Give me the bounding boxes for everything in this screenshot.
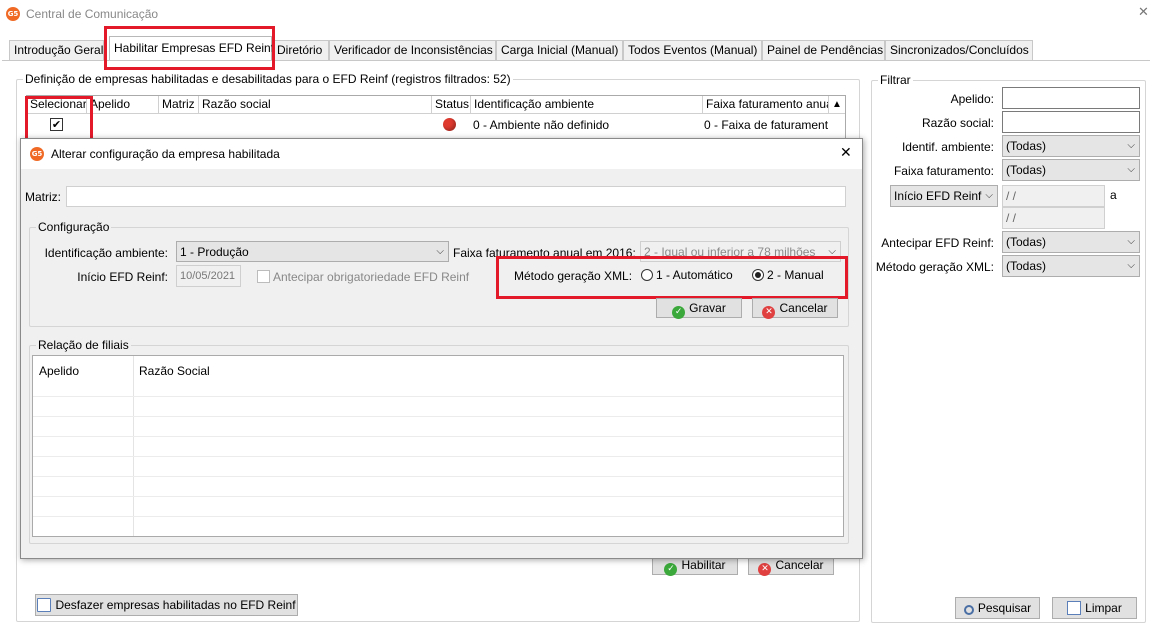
filiais-row-line <box>33 496 843 497</box>
dialog-logo-icon: G5 <box>30 147 44 161</box>
cancel-icon: ✕ <box>762 306 776 319</box>
filiais-row-line <box>33 456 843 457</box>
tab-painel-pendencias[interactable]: Painel de Pendências <box>762 40 885 60</box>
filter-faixa-label: Faixa faturamento: <box>893 164 994 178</box>
tab-carga-inicial[interactable]: Carga Inicial (Manual) <box>496 40 623 60</box>
config-dialog: G5 Alterar configuração da empresa habil… <box>20 138 863 559</box>
col-apelido[interactable]: Apelido <box>87 96 159 114</box>
filiais-row-line <box>33 436 843 437</box>
col-razao-social[interactable]: Razão social <box>199 96 432 114</box>
document-icon <box>37 598 52 612</box>
chevron-down-icon: ⌵ <box>985 190 993 201</box>
chevron-down-icon: ⌵ <box>436 246 444 257</box>
col-ambiente[interactable]: Identificação ambiente <box>471 96 703 114</box>
filiais-row-line <box>33 416 843 417</box>
status-indicator-icon <box>443 118 456 131</box>
tab-introducao-geral[interactable]: Introdução Geral <box>9 40 104 60</box>
inicio-input[interactable]: 10/05/2021 <box>176 265 241 287</box>
filter-antecipar-select[interactable]: (Todas) ⌵ <box>1002 231 1140 253</box>
dialog-titlebar: G5 Alterar configuração da empresa habil… <box>21 139 862 169</box>
tab-verificador[interactable]: Verificador de Inconsistências <box>329 40 496 60</box>
filter-ambiente-select[interactable]: (Todas) ⌵ <box>1002 135 1140 157</box>
dialog-title: Alterar configuração da empresa habilita… <box>51 147 280 161</box>
filiais-row-line <box>33 396 843 397</box>
matriz-input[interactable] <box>66 186 846 207</box>
window-close-icon[interactable]: ✕ <box>1138 5 1149 20</box>
antecipar-checkbox[interactable] <box>257 270 270 283</box>
filter-date-sep: a <box>1110 188 1117 202</box>
cancelar-dialog-button[interactable]: ✕ Cancelar <box>752 298 838 319</box>
chevron-down-icon: ⌵ <box>1127 236 1135 247</box>
antecipar-label: Antecipar obrigatoriedade EFD Reinf <box>273 270 470 284</box>
config-title: Configuração <box>38 220 110 234</box>
app-logo-icon: G5 <box>6 7 20 21</box>
tab-sincronizados[interactable]: Sincronizados/Concluídos <box>885 40 1033 60</box>
cancel-icon: ✕ <box>758 563 772 576</box>
col-faixa[interactable]: Faixa faturamento anual <box>703 96 829 114</box>
filter-inicio-select[interactable]: Início EFD Reinf ⌵ <box>890 185 998 207</box>
chevron-down-icon: ⌵ <box>1127 260 1135 271</box>
col-status[interactable]: Status <box>432 96 471 114</box>
filiais-col-divider <box>133 356 134 536</box>
search-icon <box>963 605 974 615</box>
gravar-button[interactable]: ✓ Gravar <box>656 298 742 319</box>
tab-diretorio[interactable]: Diretório <box>272 40 329 60</box>
ambiente-select[interactable]: 1 - Produção ⌵ <box>176 241 449 262</box>
clear-document-icon <box>1067 601 1082 615</box>
check-icon: ✓ <box>672 306 686 319</box>
window-title: Central de Comunicação <box>26 7 159 21</box>
filter-apelido-input[interactable] <box>1002 87 1140 109</box>
chevron-down-icon: ⌵ <box>1127 164 1135 175</box>
filter-date-from[interactable]: / / <box>1002 185 1105 207</box>
chevron-down-icon: ⌵ <box>1127 140 1135 151</box>
table-row[interactable]: ✔ 0 - Ambiente não definido 0 - Faixa de… <box>27 115 829 135</box>
col-matriz[interactable]: Matriz <box>159 96 199 114</box>
filiais-title: Relação de filiais <box>38 338 129 352</box>
ambiente-label: Identificação ambiente: <box>44 246 168 260</box>
highlight-selecionar <box>25 96 93 144</box>
highlight-metodo <box>496 256 848 299</box>
filter-antecipar-label: Antecipar EFD Reinf: <box>881 236 994 250</box>
filter-apelido-label: Apelido: <box>950 92 994 106</box>
filter-metodo-label: Método geração XML: <box>875 260 994 274</box>
filiais-row-line <box>33 476 843 477</box>
pesquisar-button[interactable]: Pesquisar <box>955 597 1040 619</box>
filiais-row-line <box>33 516 843 517</box>
check-icon: ✓ <box>664 563 678 576</box>
filter-ambiente-label: Identif. ambiente: <box>901 140 994 154</box>
grid-header: Selecionar Apelido Matriz Razão social S… <box>27 96 845 114</box>
filter-faixa-select[interactable]: (Todas) ⌵ <box>1002 159 1140 181</box>
row-ambiente: 0 - Ambiente não definido <box>473 118 610 132</box>
main-group-title: Definição de empresas habilitadas e desa… <box>25 72 511 86</box>
limpar-button[interactable]: Limpar <box>1052 597 1137 619</box>
desfazer-button[interactable]: Desfazer empresas habilitadas no EFD Rei… <box>35 594 298 616</box>
filiais-grid[interactable]: Apelido Razão Social <box>32 355 844 537</box>
filter-date-to[interactable]: / / <box>1002 207 1105 229</box>
scroll-up-icon[interactable]: ▲ <box>829 96 845 114</box>
tab-todos-eventos[interactable]: Todos Eventos (Manual) <box>623 40 762 60</box>
dialog-close-icon[interactable]: ✕ <box>840 145 852 161</box>
highlight-tab <box>104 26 275 70</box>
filiais-col-razao[interactable]: Razão Social <box>139 364 210 378</box>
filter-title: Filtrar <box>880 73 911 87</box>
filter-razao-input[interactable] <box>1002 111 1140 133</box>
inicio-label: Início EFD Reinf: <box>77 270 168 284</box>
filter-razao-label: Razão social: <box>921 116 994 130</box>
filter-metodo-select[interactable]: (Todas) ⌵ <box>1002 255 1140 277</box>
filiais-col-apelido[interactable]: Apelido <box>39 364 79 378</box>
row-faixa: 0 - Faixa de faturament <box>704 118 829 132</box>
matriz-label: Matriz: <box>25 190 61 204</box>
